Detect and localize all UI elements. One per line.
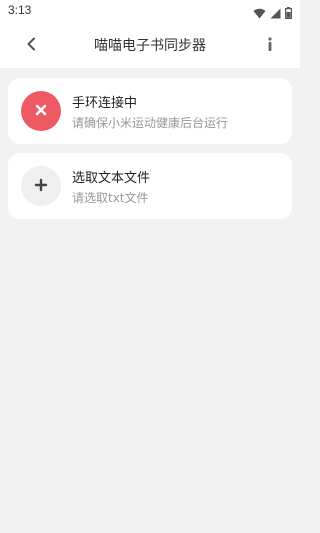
app-bar: 喵喵电子书同步器 [0,22,300,68]
select-file-title: 选取文本文件 [72,171,151,186]
error-badge [21,91,61,131]
page-title: 喵喵电子书同步器 [94,38,206,54]
add-badge [21,166,61,206]
info-icon [267,36,273,55]
connection-status-subtitle: 请确保小米运动健康后台运行 [72,116,229,130]
status-time: 3:13 [8,3,32,17]
plus-icon [34,177,48,196]
status-bar: 3:13 [0,0,300,22]
signal-icon [270,4,281,23]
info-button[interactable] [264,34,276,56]
main-content: 手环连接中 请确保小米运动健康后台运行 选取文本文件 请选取txt文件 [0,68,300,533]
status-icons [253,4,293,23]
close-icon [34,102,48,121]
connection-status-card: 手环连接中 请确保小米运动健康后台运行 [8,78,292,144]
wifi-icon [253,4,266,23]
select-file-subtitle: 请选取txt文件 [72,191,149,205]
battery-icon [285,4,293,23]
select-file-card[interactable]: 选取文本文件 请选取txt文件 [8,153,292,219]
connection-status-title: 手环连接中 [72,96,138,111]
